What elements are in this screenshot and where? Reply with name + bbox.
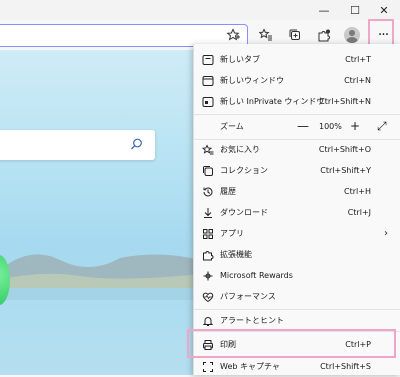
- menu-item-label: コレクション: [220, 166, 268, 175]
- highlight-print-item: [187, 329, 396, 358]
- menu-item-microsoft-rewards[interactable]: Microsoft Rewards: [194, 265, 400, 286]
- minimize-icon: —: [318, 3, 330, 17]
- menu-item-label: 新しい InPrivate ウィンドウ: [220, 97, 325, 106]
- menu-item-label: Microsoft Rewards: [220, 271, 293, 280]
- zoom-out-button[interactable]: —: [297, 119, 309, 133]
- menu-item-performance[interactable]: パフォーマンス: [194, 286, 400, 307]
- menu-item-label: アラートとヒント: [220, 316, 284, 325]
- zoom-value: 100%: [319, 121, 342, 131]
- download-icon: [201, 206, 214, 219]
- menu-item-web-capture[interactable]: Web キャプチャ Ctrl+Shift+S: [194, 356, 400, 377]
- landscape-image: [0, 254, 200, 300]
- menu-item-shortcut: Ctrl+Shift+Y: [320, 166, 371, 175]
- menu-item-label: パフォーマンス: [220, 292, 276, 301]
- new-window-icon: [201, 74, 214, 87]
- menu-item-shortcut: Ctrl+J: [347, 208, 371, 217]
- menu-item-label: Web キャプチャ: [220, 362, 280, 371]
- menu-item-extensions[interactable]: 拡張機能: [194, 244, 400, 265]
- menu-item-new-window[interactable]: 新しいウィンドウ Ctrl+N: [194, 70, 400, 91]
- profile-avatar[interactable]: [344, 27, 360, 43]
- zoom-label: ズーム: [220, 121, 244, 131]
- menu-item-new-inprivate-window[interactable]: 新しい InPrivate ウィンドウ Ctrl+Shift+N: [194, 91, 400, 112]
- close-button[interactable]: ✕: [369, 0, 399, 20]
- menu-item-alerts-and-tips[interactable]: アラートとヒント: [194, 310, 400, 331]
- menu-item-new-tab[interactable]: 新しいタブ Ctrl+T: [194, 49, 400, 70]
- extensions-button[interactable]: [312, 25, 336, 45]
- highlight-more-button: [368, 19, 394, 47]
- rewards-icon: [201, 269, 214, 282]
- favorites-icon: [201, 143, 214, 156]
- menu-item-shortcut: Ctrl+Shift+S: [320, 362, 371, 371]
- menu-item-zoom: ズーム — 100% + ⤢: [194, 114, 400, 138]
- chevron-right-icon: ›: [384, 228, 388, 239]
- favorites-button[interactable]: [254, 25, 278, 45]
- maximize-button[interactable]: ☐: [340, 0, 370, 20]
- menu-item-apps[interactable]: アプリ ›: [194, 223, 400, 244]
- new-tab-icon: [201, 53, 214, 66]
- settings-menu: 新しいタブ Ctrl+T 新しいウィンドウ Ctrl+N 新しい InPriva…: [193, 44, 400, 375]
- menu-item-shortcut: Ctrl+H: [344, 187, 371, 196]
- extension-toolbar-icon: [318, 29, 330, 42]
- menu-item-label: 新しいタブ: [220, 55, 260, 64]
- menu-item-collections[interactable]: コレクション Ctrl+Shift+Y: [194, 160, 400, 181]
- title-bar: — ☐ ✕: [0, 0, 400, 20]
- collections-toolbar-icon: [289, 29, 300, 40]
- fullscreen-button[interactable]: ⤢: [377, 119, 387, 134]
- menu-item-label: 拡張機能: [220, 250, 252, 259]
- search-icon[interactable]: [130, 138, 143, 151]
- menu-item-label: 履歴: [220, 187, 236, 196]
- menu-item-shortcut: Ctrl+N: [344, 76, 371, 85]
- collections-icon: [201, 164, 214, 177]
- fullscreen-icon: ⤢: [377, 118, 387, 133]
- menu-item-label: お気に入り: [220, 145, 260, 154]
- menu-item-history[interactable]: 履歴 Ctrl+H: [194, 181, 400, 202]
- apps-icon: [201, 227, 214, 240]
- extensions-icon: [201, 248, 214, 261]
- history-icon: [201, 185, 214, 198]
- menu-item-label: アプリ: [220, 229, 244, 238]
- menu-item-label: ダウンロード: [220, 208, 268, 217]
- alerts-icon: [201, 314, 214, 327]
- add-favorite-icon[interactable]: [226, 28, 240, 42]
- menu-item-label: 新しいウィンドウ: [220, 76, 284, 85]
- zoom-in-button[interactable]: +: [350, 119, 360, 133]
- menu-item-shortcut: Ctrl+Shift+O: [318, 145, 371, 154]
- menu-item-shortcut: Ctrl+T: [345, 55, 371, 64]
- close-icon: ✕: [379, 3, 389, 17]
- web-search-box[interactable]: [0, 130, 155, 160]
- menu-item-downloads[interactable]: ダウンロード Ctrl+J: [194, 202, 400, 223]
- minimize-button[interactable]: —: [309, 0, 339, 20]
- menu-item-favorites[interactable]: お気に入り Ctrl+Shift+O: [194, 139, 400, 160]
- performance-icon: [201, 290, 214, 303]
- collections-button[interactable]: [283, 25, 307, 45]
- inprivate-icon: [201, 95, 214, 108]
- web-capture-icon: [201, 360, 214, 373]
- menu-item-shortcut: Ctrl+Shift+N: [319, 97, 371, 106]
- favorites-bar-icon: [259, 28, 272, 41]
- maximize-icon: ☐: [350, 3, 360, 17]
